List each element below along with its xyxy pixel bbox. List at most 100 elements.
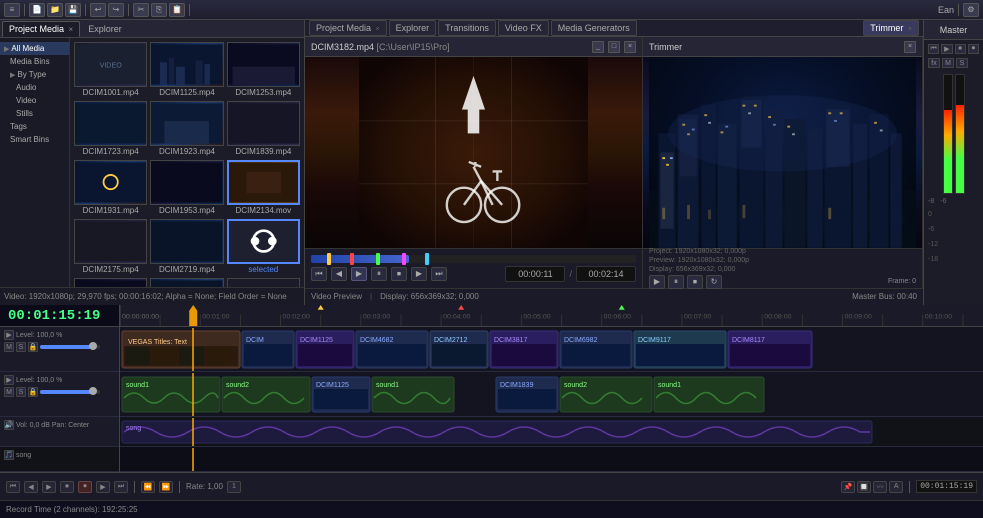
list-item[interactable]: 🎵 song.mp3: [227, 278, 300, 287]
tl-prev-btn[interactable]: ◀: [24, 481, 38, 493]
trimmer-loop-btn[interactable]: ↻: [706, 275, 722, 289]
track2-mute-btn[interactable]: M: [4, 387, 14, 397]
track2-lock-btn[interactable]: 🔒: [28, 387, 38, 397]
list-item[interactable]: DCIM1253.mp4: [227, 42, 300, 98]
next-frame-btn[interactable]: ▶: [411, 267, 427, 281]
list-item[interactable]: DCIM2134.mov: [227, 160, 300, 216]
play-btn[interactable]: ▶: [351, 267, 367, 281]
master-rec-btn[interactable]: ⏺: [968, 44, 979, 54]
tree-video[interactable]: Video: [0, 94, 69, 107]
tree-media-bins[interactable]: Media Bins: [0, 55, 69, 68]
track-slider-thumb[interactable]: [89, 342, 97, 350]
tl-go-start-btn[interactable]: ⏮: [6, 481, 20, 493]
open-btn[interactable]: 📁: [47, 3, 63, 17]
track2-expand-btn[interactable]: ▶: [4, 375, 14, 385]
tl-rate-btn[interactable]: 1: [227, 481, 241, 493]
track-solo-btn[interactable]: S: [16, 342, 26, 352]
tab-media-generators[interactable]: Media Generators: [551, 20, 637, 36]
new-btn[interactable]: 📄: [29, 3, 45, 17]
menu-btn[interactable]: ≡: [4, 3, 20, 17]
track2-volume-slider[interactable]: [40, 390, 100, 394]
video-track2-svg[interactable]: sound1 sound2 DCIM1125 sound1: [120, 373, 983, 416]
track-mute-btn[interactable]: M: [4, 342, 14, 352]
preview-minimize-btn[interactable]: _: [592, 41, 604, 53]
master-solo-btn[interactable]: S: [956, 58, 968, 68]
list-item[interactable]: VIDEO DCIM1001.mp4: [74, 42, 147, 98]
track2-slider-thumb[interactable]: [89, 387, 97, 395]
go-end-btn[interactable]: ⏭: [431, 267, 447, 281]
settings-btn[interactable]: ⚙: [963, 3, 979, 17]
tl-go-end-btn[interactable]: ⏭: [114, 481, 128, 493]
timeline-ruler-area[interactable]: 00:00:00:00 00:01:00 00:02:00 00:03:00 0…: [120, 305, 983, 326]
song-expand-btn[interactable]: 🎵: [4, 450, 14, 460]
copy-btn[interactable]: ⎘: [151, 3, 167, 17]
scrub-bar[interactable]: [311, 255, 636, 263]
tree-audio[interactable]: Audio: [0, 81, 69, 94]
tree-all-media[interactable]: ▶ All Media: [0, 42, 69, 55]
tab-project-media[interactable]: Project Media ×: [2, 21, 80, 37]
tab-close-icon[interactable]: ×: [69, 25, 74, 34]
preview-max-btn[interactable]: □: [608, 41, 620, 53]
trimmer-stop-btn[interactable]: ⏹: [687, 275, 703, 289]
tab-trimmer[interactable]: Trimmer ×: [863, 20, 919, 36]
tl-rew-btn[interactable]: ⏪: [141, 481, 155, 493]
master-mute-btn[interactable]: M: [942, 58, 954, 68]
list-item[interactable]: DCIM3182.mov: [150, 278, 223, 287]
prev-frame-btn[interactable]: ◀: [331, 267, 347, 281]
list-item[interactable]: DCIM1931.mp4: [74, 160, 147, 216]
tab-transitions[interactable]: Transitions: [438, 20, 496, 36]
master-play-btn[interactable]: ▶: [941, 44, 952, 54]
tab-close-icon[interactable]: ×: [376, 26, 380, 33]
trimmer-pause-btn[interactable]: ⏸: [668, 275, 684, 289]
tl-record-btn[interactable]: ⏺: [78, 481, 92, 493]
audio-track-btn[interactable]: 🔊: [4, 420, 14, 430]
track-volume-slider[interactable]: [40, 345, 100, 349]
undo-btn[interactable]: ↩: [90, 3, 106, 17]
tab-trimmer-close-icon[interactable]: ×: [908, 26, 912, 33]
track2-solo-btn[interactable]: S: [16, 387, 26, 397]
tl-ffw-btn[interactable]: ⏩: [159, 481, 173, 493]
pause-btn[interactable]: ⏸: [371, 267, 387, 281]
list-item[interactable]: DCIM1839.mp4: [227, 101, 300, 157]
track-lock-btn[interactable]: 🔒: [28, 342, 38, 352]
list-item[interactable]: DCIM1723.mp4: [74, 101, 147, 157]
go-start-btn[interactable]: ⏮: [311, 267, 327, 281]
preview-close-btn[interactable]: ×: [624, 41, 636, 53]
list-item[interactable]: DCIM1923.mp4: [150, 101, 223, 157]
master-prev-btn[interactable]: ⏮: [928, 44, 939, 54]
list-item[interactable]: selected: [227, 219, 300, 275]
list-item[interactable]: DCIM2917.mov: [74, 278, 147, 287]
master-stop-btn[interactable]: ⏹: [955, 44, 966, 54]
tab-explorer[interactable]: Explorer: [81, 21, 129, 37]
tree-tags[interactable]: Tags: [0, 120, 69, 133]
trimmer-close-btn[interactable]: ×: [904, 41, 916, 53]
redo-btn[interactable]: ↪: [108, 3, 124, 17]
track-expand-btn[interactable]: ▶: [4, 330, 14, 340]
list-item[interactable]: DCIM1125.mp4: [150, 42, 223, 98]
cut-btn[interactable]: ✂: [133, 3, 149, 17]
tl-auto-btn[interactable]: A: [889, 481, 903, 493]
song-track-svg[interactable]: [120, 448, 983, 471]
audio-track-svg[interactable]: song: [120, 418, 983, 446]
tl-stop-btn[interactable]: ⏹: [60, 481, 74, 493]
tree-stills[interactable]: Stills: [0, 107, 69, 120]
save-btn[interactable]: 💾: [65, 3, 81, 17]
master-fx-btn[interactable]: fx: [928, 58, 940, 68]
tab-explorer-sub[interactable]: Explorer: [389, 20, 437, 36]
tab-video-fx[interactable]: Video FX: [498, 20, 549, 36]
tl-ripple-btn[interactable]: 〰: [873, 481, 887, 493]
list-item[interactable]: DCIM2719.mp4: [150, 219, 223, 275]
tl-snap-btn[interactable]: 🔲: [857, 481, 871, 493]
tree-by-type[interactable]: ▶ By Type: [0, 68, 69, 81]
stop-btn[interactable]: ⏹: [391, 267, 407, 281]
video-track1-svg[interactable]: VEGAS Titles: Text DCIM DCIM1125: [120, 328, 983, 371]
paste-btn[interactable]: 📋: [169, 3, 185, 17]
tl-play-btn[interactable]: ▶: [42, 481, 56, 493]
trimmer-play-btn[interactable]: ▶: [649, 275, 665, 289]
tree-smart-bins[interactable]: Smart Bins: [0, 133, 69, 146]
tab-project-media-sub[interactable]: Project Media ×: [309, 20, 387, 36]
list-item[interactable]: DCIM2175.mp4: [74, 219, 147, 275]
tl-next-btn[interactable]: ▶: [96, 481, 110, 493]
tl-marker-btn[interactable]: 📌: [841, 481, 855, 493]
list-item[interactable]: DCIM1953.mp4: [150, 160, 223, 216]
